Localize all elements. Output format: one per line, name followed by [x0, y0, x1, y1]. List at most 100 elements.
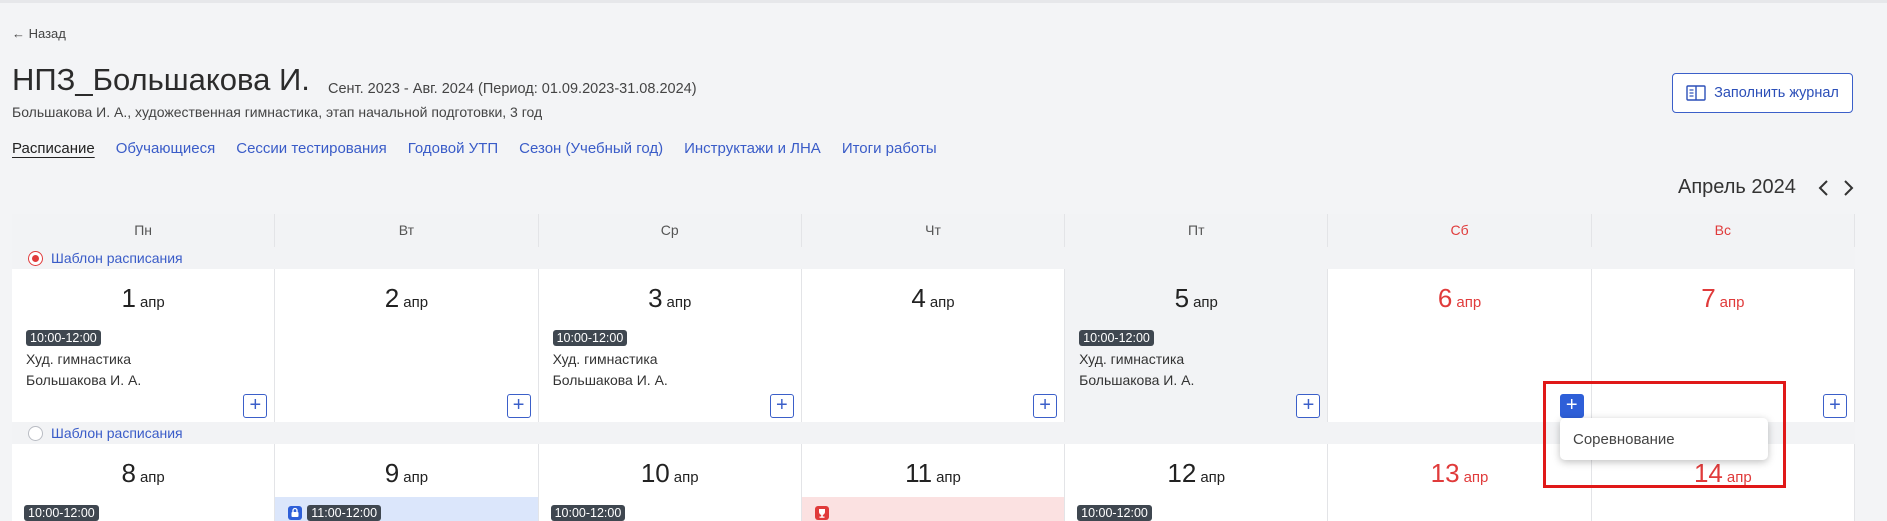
fill-journal-label: Заполнить журнал [1714, 85, 1839, 101]
add-event-button-active[interactable]: + [1559, 394, 1584, 418]
day-number: 12 [1167, 458, 1197, 488]
template-label-1[interactable]: Шаблон расписания [51, 250, 183, 266]
tab-briefings[interactable]: Инструктажи и ЛНА [684, 140, 821, 157]
event-time: 10:00-12:00 [550, 505, 626, 521]
add-event-button[interactable]: + [1822, 394, 1847, 418]
tab-annual-plan[interactable]: Годовой УТП [408, 140, 498, 157]
add-event-button[interactable]: + [769, 394, 794, 418]
event-name: Худ. гимнастика [552, 351, 658, 367]
day-cell[interactable]: 10 апр 10:00-12:00 [538, 444, 802, 521]
day-cell[interactable]: 3 апр 10:00-12:00 Худ. гимнастика Большак… [538, 269, 802, 422]
template-label-2[interactable]: Шаблон расписания [51, 425, 183, 441]
day-number: 11 [905, 458, 933, 488]
month-abbr: апр [403, 469, 429, 486]
day-number: 13 [1430, 458, 1460, 488]
dropdown-item-competition[interactable]: Соревнование [1573, 431, 1675, 448]
month-abbr: апр [139, 469, 165, 486]
back-link[interactable]: ← Назад [12, 26, 66, 41]
lock-icon [288, 506, 303, 520]
month-abbr: апр [139, 294, 165, 311]
tab-schedule[interactable]: Расписание [12, 140, 95, 157]
day-cell[interactable]: 7 апр + [1591, 269, 1855, 422]
weekday-fri: Пт [1065, 214, 1329, 247]
day-number: 3 [648, 283, 663, 313]
month-abbr: апр [929, 294, 955, 311]
trophy-icon [814, 506, 829, 520]
lesson-event[interactable]: 10:00-12:00 [1077, 505, 1152, 521]
day-cell[interactable]: 5 апр 10:00-12:00 Худ. гимнастика Большак… [1065, 269, 1329, 422]
add-event-button[interactable]: + [506, 394, 531, 418]
period-label: Сент. 2023 - Авг. 2024 (Период: 01.09.20… [328, 81, 697, 97]
tab-results[interactable]: Итоги работы [842, 140, 937, 157]
month-abbr: апр [1200, 469, 1226, 486]
event-coach: Большакова И. А. [26, 372, 142, 388]
day-number: 2 [384, 283, 400, 313]
weekday-tue: Вт [275, 214, 539, 247]
lesson-event[interactable]: 10:00-12:00 Худ. гимнастика Большакова И… [1079, 327, 1194, 391]
calendar-grid: Пн Вт Ср Чт Пт Сб Вс Шаблон расписания 1… [12, 214, 1855, 521]
book-icon [1686, 85, 1706, 101]
month-abbr: апр [936, 469, 961, 486]
lesson-event[interactable]: 10:00-12:00 Худ. гимнастика Большакова И… [552, 327, 668, 391]
tab-testing-sessions[interactable]: Сессии тестирования [236, 140, 387, 157]
lesson-event[interactable]: 10:00-12:00 [550, 505, 626, 521]
day-number: 9 [384, 458, 400, 488]
month-label: Апрель 2024 [1678, 176, 1796, 198]
month-abbr: апр [1719, 294, 1745, 311]
weekday-thu: Чт [802, 214, 1066, 247]
month-abbr: апр [1193, 294, 1218, 311]
group-subtitle: Большакова И. А., художественная гимнаст… [12, 104, 543, 120]
weekday-sat: Сб [1328, 214, 1592, 247]
tab-season[interactable]: Сезон (Учебный год) [519, 140, 663, 157]
page-title: НПЗ_Большакова И. [12, 62, 310, 97]
template-radio-2[interactable] [28, 425, 43, 441]
day-cell[interactable]: 11 апр [801, 444, 1066, 521]
lesson-event[interactable]: 10:00-12:00 [24, 505, 99, 521]
event-time: 10:00-12:00 [552, 330, 628, 346]
template-radio-1[interactable] [28, 250, 43, 266]
event-time: 10:00-12:00 [1079, 330, 1154, 346]
day-cell[interactable]: 8 апр 10:00-12:00 [12, 444, 276, 521]
day-cell[interactable]: 13 апр [1328, 444, 1592, 521]
add-event-button[interactable]: + [1033, 394, 1058, 418]
day-number: 4 [911, 283, 926, 313]
day-cell[interactable]: 9 апр 11:00-12:00 [275, 444, 539, 521]
event-name: Худ. гимнастика [1079, 351, 1185, 367]
event-coach: Большакова И. А. [1079, 372, 1195, 388]
chevron-left-icon[interactable] [1814, 177, 1834, 199]
day-cell[interactable]: 12 апр 10:00-12:00 [1065, 444, 1329, 521]
month-abbr: апр [1456, 294, 1482, 311]
day-number: 1 [121, 283, 136, 313]
schedule-template-row-1: Шаблон расписания [12, 247, 1855, 269]
day-cell[interactable]: 2 апр + [275, 269, 539, 422]
top-border [0, 0, 1887, 3]
day-number: 8 [121, 458, 136, 488]
day-cell[interactable]: 1 апр 10:00-12:00 Худ. гимнастика Большак… [12, 269, 276, 422]
event-time: 10:00-12:00 [24, 505, 99, 521]
day-number: 10 [640, 458, 670, 488]
tab-students[interactable]: Обучающиеся [116, 140, 216, 157]
week-row-1: 1 апр 10:00-12:00 Худ. гимнастика Большак… [12, 269, 1855, 422]
fill-journal-button[interactable]: Заполнить журнал [1672, 73, 1853, 113]
month-abbr: апр [666, 294, 692, 311]
tab-bar: Расписание Обучающиеся Сессии тестирован… [12, 140, 937, 157]
day-cell[interactable]: 4 апр + [801, 269, 1066, 422]
month-abbr: апр [403, 294, 429, 311]
add-event-button[interactable]: + [243, 394, 268, 418]
event-coach: Большакова И. А. [552, 372, 668, 388]
competition-event[interactable] [814, 505, 830, 521]
chevron-right-icon[interactable] [1838, 177, 1858, 199]
day-number: 7 [1701, 283, 1716, 313]
lesson-event[interactable]: 10:00-12:00 Худ. гимнастика Большакова И… [26, 327, 141, 391]
weekday-sun: Вс [1592, 214, 1855, 247]
event-time: 10:00-12:00 [26, 330, 101, 346]
weekday-wed: Ср [539, 214, 802, 247]
day-cell[interactable]: 6 апр + [1328, 269, 1592, 422]
weekday-mon: Пн [12, 214, 276, 247]
lesson-event[interactable]: 11:00-12:00 [287, 505, 382, 521]
event-time: 10:00-12:00 [1077, 505, 1152, 521]
month-abbr: апр [1463, 469, 1489, 486]
event-time: 11:00-12:00 [307, 505, 382, 521]
day-number: 6 [1437, 283, 1453, 313]
add-event-button[interactable]: + [1296, 394, 1321, 418]
